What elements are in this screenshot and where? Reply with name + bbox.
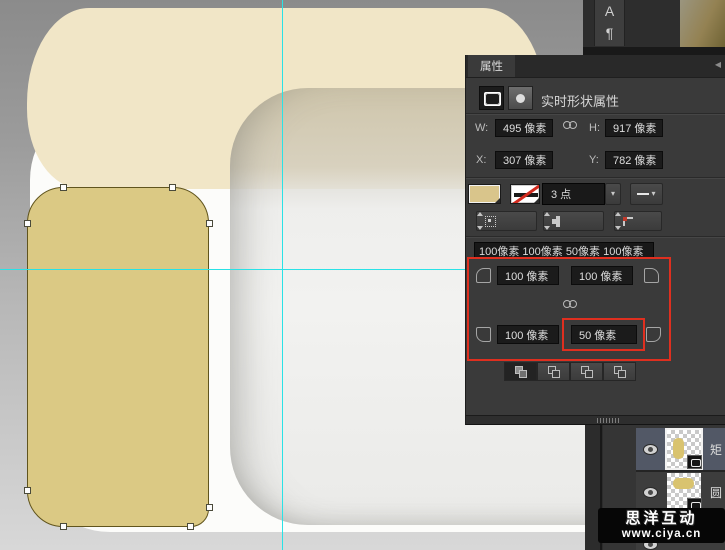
radius-top-left-field[interactable]: 100 像素 <box>497 266 559 285</box>
stroke-align-icon <box>485 216 496 227</box>
shape-anchor[interactable] <box>60 184 67 191</box>
layer-row-rounded-rect[interactable]: 圆 <box>636 472 725 512</box>
stroke-color-swatch[interactable] <box>510 184 540 204</box>
pathfinder-exclude-button[interactable] <box>603 362 636 381</box>
shape-anchor[interactable] <box>60 523 67 530</box>
selected-gold-rounded-rect-shape[interactable] <box>27 187 209 527</box>
radius-top-right-field[interactable]: 100 像素 <box>571 266 633 285</box>
shape-anchor[interactable] <box>206 504 213 511</box>
pathfinder-intersect-button[interactable] <box>570 362 603 381</box>
watermark-title: 思洋互动 <box>625 511 697 528</box>
paragraph-panel-icon[interactable]: ¶ <box>595 22 624 44</box>
corner-bottom-right-icon <box>646 327 661 342</box>
intersect-shapes-icon <box>581 366 593 378</box>
pathfinder-subtract-button[interactable] <box>537 362 570 381</box>
tab-properties[interactable]: 属性 <box>468 55 515 77</box>
corner-top-right-icon <box>644 268 659 283</box>
chevron-down-icon: ▾ <box>611 190 615 198</box>
layer-name[interactable]: 圆 <box>710 484 722 501</box>
stroke-style-dropdown[interactable]: ▾ <box>630 183 663 205</box>
y-field[interactable]: 782 像素 <box>605 151 663 169</box>
height-field[interactable]: 917 像素 <box>605 119 663 137</box>
h-label: H: <box>589 122 600 134</box>
visibility-eye-icon[interactable] <box>644 488 657 497</box>
swatch-corner-arrow <box>534 198 539 203</box>
visibility-eye-icon[interactable] <box>644 445 657 454</box>
shape-anchor[interactable] <box>169 184 176 191</box>
horizontal-guide <box>0 269 465 270</box>
divider <box>466 177 725 179</box>
pathfinder-combine-button[interactable] <box>504 362 537 381</box>
stroke-caps-dropdown[interactable] <box>543 211 604 231</box>
stroke-style-glyph <box>637 193 649 195</box>
shape-anchor[interactable] <box>187 523 194 530</box>
corner-top-left-icon <box>476 268 491 283</box>
panel-tab-bar: 属性 ◀ <box>466 55 725 78</box>
exclude-shapes-icon <box>614 366 626 378</box>
updown-arrows-icon <box>524 217 531 226</box>
shape-anchor[interactable] <box>24 487 31 494</box>
live-shape-glyph <box>485 93 500 105</box>
swatch-corner-arrow <box>495 198 500 203</box>
stroke-width-dropdown[interactable]: ▾ <box>605 183 621 205</box>
stroke-width-field[interactable]: 3 点 <box>542 183 605 205</box>
drag-handle-icon <box>597 418 619 423</box>
stroke-corners-dropdown[interactable] <box>614 211 662 231</box>
watermark-url: www.ciya.cn <box>622 528 702 540</box>
layer-row-rectangle[interactable]: 矩 <box>636 428 725 470</box>
layer-name[interactable]: 矩 <box>710 441 722 458</box>
width-field[interactable]: 495 像素 <box>495 119 553 137</box>
layer-thumbnail[interactable] <box>667 473 701 511</box>
x-field[interactable]: 307 像素 <box>495 151 553 169</box>
link-radii-icon[interactable] <box>563 300 579 309</box>
shape-anchor[interactable] <box>206 220 213 227</box>
radius-bottom-left-field[interactable]: 100 像素 <box>497 325 559 344</box>
chevron-down-icon: ▾ <box>651 190 655 198</box>
mask-glyph <box>516 94 525 103</box>
live-shape-badge-icon <box>687 455 702 469</box>
panel-title: 实时形状属性 <box>541 91 619 110</box>
layer-thumbnail[interactable] <box>667 430 701 468</box>
thumbnail-shape <box>673 478 694 489</box>
collapsed-panel-column: A ¶ <box>594 0 625 46</box>
mask-properties-icon[interactable] <box>508 86 533 110</box>
fill-color-swatch[interactable] <box>468 184 501 204</box>
thumbnail-shape <box>673 438 684 459</box>
x-label: X: <box>476 154 486 166</box>
y-label: Y: <box>589 154 599 166</box>
collapse-panel-icon[interactable]: ◀ <box>715 60 721 69</box>
vertical-guide <box>282 0 283 550</box>
stroke-align-dropdown[interactable] <box>476 211 537 231</box>
shape-anchor[interactable] <box>24 220 31 227</box>
stroke-corners-icon <box>623 217 633 226</box>
watermark: 思洋互动 www.ciya.cn <box>598 508 725 543</box>
stroke-caps-icon <box>556 216 560 227</box>
radius-summary-field[interactable]: 100像素 100像素 50像素 100像素 <box>474 242 654 259</box>
panel-resize-bar[interactable] <box>466 415 725 425</box>
gradient-thumbnail <box>680 0 725 47</box>
combine-shapes-icon <box>515 366 527 378</box>
subtract-shape-icon <box>548 366 560 378</box>
radius-bottom-right-field[interactable]: 50 像素 <box>571 325 637 344</box>
divider <box>466 113 725 115</box>
corner-bottom-left-icon <box>476 327 491 342</box>
character-panel-icon[interactable]: A <box>595 0 624 22</box>
properties-panel: 属性 ◀ 实时形状属性 W: 495 像素 H: 917 像素 X: 307 像… <box>465 55 725 425</box>
live-shape-icon[interactable] <box>479 86 504 110</box>
w-label: W: <box>475 122 488 134</box>
updown-arrows-icon <box>649 217 656 226</box>
updown-arrows-icon <box>591 217 598 226</box>
link-dimensions-icon[interactable] <box>563 121 579 130</box>
divider <box>466 236 725 238</box>
